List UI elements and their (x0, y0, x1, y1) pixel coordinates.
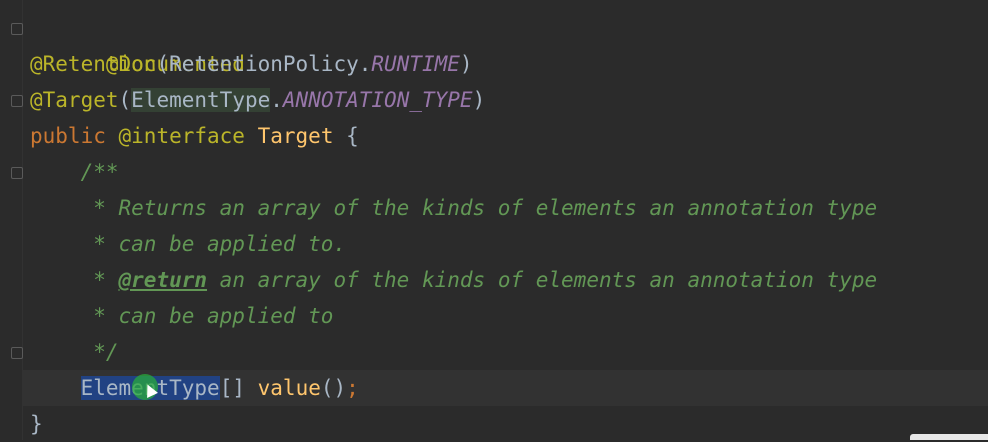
constant-token[interactable]: RUNTIME (371, 52, 460, 76)
doc-comment-token[interactable]: /** (81, 160, 119, 184)
editor-gutter[interactable] (0, 0, 23, 440)
code-line-6[interactable]: * Returns an array of the kinds of eleme… (30, 190, 877, 226)
brace-token[interactable]: } (30, 412, 43, 436)
doc-tag-token[interactable]: @return (119, 268, 208, 292)
doc-comment-token[interactable]: * (81, 268, 119, 292)
doc-comment-token[interactable]: * Returns an array of the kinds of eleme… (81, 196, 877, 220)
constant-token[interactable]: ANNOTATION_TYPE (283, 88, 473, 112)
doc-comment-token[interactable]: an array of the kinds of elements an ann… (207, 268, 877, 292)
method-name-token[interactable]: value (258, 376, 321, 400)
annotation-token[interactable]: @Target (30, 88, 119, 112)
code-line-12[interactable]: } (30, 406, 43, 442)
code-line-2[interactable]: @Retention(RetentionPolicy.RUNTIME) (30, 46, 473, 82)
doc-comment-token[interactable]: * can be applied to (81, 304, 333, 328)
code-line-11[interactable]: ElementType[] value(); (30, 370, 359, 406)
code-token[interactable]: (RetentionPolicy. (156, 52, 371, 76)
code-token[interactable]: ) (460, 52, 473, 76)
code-line-4[interactable]: public @interface Target { (30, 118, 359, 154)
code-token[interactable]: ( (119, 88, 132, 112)
code-token[interactable]: m (119, 376, 132, 400)
class-reference-token[interactable]: ElementType (131, 88, 271, 112)
keyword-token[interactable]: public (30, 124, 106, 148)
code-token[interactable]: Ele (81, 376, 119, 400)
fold-marker-icon[interactable] (11, 95, 23, 107)
annotation-token[interactable]: @Retention (30, 52, 156, 76)
class-name-token[interactable]: Target (258, 124, 334, 148)
code-line-8[interactable]: * @return an array of the kinds of eleme… (30, 262, 877, 298)
fold-marker-icon[interactable] (11, 167, 23, 179)
brace-token[interactable]: { (346, 124, 359, 148)
code-token[interactable]: . (270, 88, 283, 112)
code-line-1[interactable]: @Documented (30, 10, 245, 76)
code-token[interactable]: ) (473, 88, 486, 112)
code-token[interactable]: () (321, 376, 346, 400)
doc-comment-token[interactable]: * can be applied to. (81, 232, 346, 256)
code-editor[interactable]: @Documented @Retention(RetentionPolicy.R… (0, 0, 988, 440)
code-line-9[interactable]: * can be applied to (30, 298, 333, 334)
keyword-token[interactable]: @interface (119, 124, 245, 148)
doc-comment-token[interactable]: */ (81, 340, 118, 364)
fold-marker-icon[interactable] (11, 347, 23, 359)
code-line-3[interactable]: @Target(ElementType.ANNOTATION_TYPE) (30, 82, 485, 118)
code-token[interactable]: [] (220, 376, 245, 400)
code-line-10[interactable]: */ (30, 334, 118, 370)
fold-marker-icon[interactable] (11, 23, 23, 35)
code-line-5[interactable]: /** (30, 154, 119, 190)
semicolon-token[interactable]: ; (346, 376, 359, 400)
code-line-7[interactable]: * can be applied to. (30, 226, 346, 262)
scrollbar-thumb[interactable] (910, 434, 988, 440)
